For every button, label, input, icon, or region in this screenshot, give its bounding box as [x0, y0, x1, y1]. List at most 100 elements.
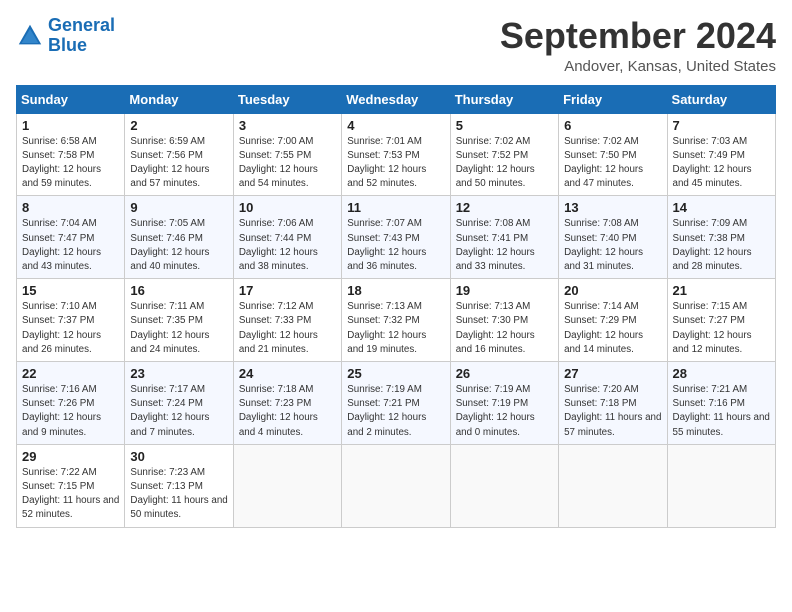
cell-sunrise: Sunrise: 7:22 AM	[22, 467, 97, 478]
cell-sunset: Sunset: 7:30 PM	[456, 315, 528, 326]
location-title: Andover, Kansas, United States	[500, 58, 776, 75]
cell-daylight: Daylight: 11 hours and 57 minutes.	[564, 412, 661, 437]
cell-sunrise: Sunrise: 7:01 AM	[347, 136, 422, 147]
cell-sunset: Sunset: 7:26 PM	[22, 398, 94, 409]
cell-daylight: Daylight: 12 hours and 21 minutes.	[239, 330, 318, 355]
cell-sunrise: Sunrise: 7:21 AM	[673, 384, 748, 395]
cell-sunset: Sunset: 7:24 PM	[130, 398, 202, 409]
cell-daylight: Daylight: 12 hours and 26 minutes.	[22, 330, 101, 355]
cell-daylight: Daylight: 12 hours and 14 minutes.	[564, 330, 643, 355]
day-number: 3	[239, 118, 336, 133]
title-area: September 2024 Andover, Kansas, United S…	[500, 16, 776, 75]
month-title: September 2024	[500, 16, 776, 56]
calendar-cell: 3 Sunrise: 7:00 AM Sunset: 7:55 PM Dayli…	[233, 113, 341, 196]
day-number: 8	[22, 200, 119, 215]
logo-icon	[16, 22, 44, 50]
calendar-cell	[233, 444, 341, 527]
cell-sunset: Sunset: 7:46 PM	[130, 233, 202, 244]
calendar-cell: 20 Sunrise: 7:14 AM Sunset: 7:29 PM Dayl…	[559, 279, 667, 362]
cell-sunset: Sunset: 7:47 PM	[22, 233, 94, 244]
calendar-week-row: 22 Sunrise: 7:16 AM Sunset: 7:26 PM Dayl…	[17, 362, 776, 445]
calendar-cell	[667, 444, 775, 527]
cell-daylight: Daylight: 12 hours and 31 minutes.	[564, 247, 643, 272]
header-friday: Friday	[559, 85, 667, 113]
cell-sunrise: Sunrise: 7:06 AM	[239, 218, 314, 229]
day-number: 4	[347, 118, 444, 133]
cell-daylight: Daylight: 12 hours and 24 minutes.	[130, 330, 209, 355]
day-number: 13	[564, 200, 661, 215]
cell-sunset: Sunset: 7:38 PM	[673, 233, 745, 244]
cell-sunset: Sunset: 7:41 PM	[456, 233, 528, 244]
calendar-cell: 28 Sunrise: 7:21 AM Sunset: 7:16 PM Dayl…	[667, 362, 775, 445]
day-number: 21	[673, 283, 770, 298]
cell-sunset: Sunset: 7:50 PM	[564, 150, 636, 161]
cell-daylight: Daylight: 12 hours and 54 minutes.	[239, 164, 318, 189]
calendar-cell: 9 Sunrise: 7:05 AM Sunset: 7:46 PM Dayli…	[125, 196, 233, 279]
cell-sunrise: Sunrise: 7:13 AM	[456, 301, 531, 312]
header-sunday: Sunday	[17, 85, 125, 113]
cell-sunrise: Sunrise: 7:09 AM	[673, 218, 748, 229]
day-number: 9	[130, 200, 227, 215]
cell-sunrise: Sunrise: 7:08 AM	[564, 218, 639, 229]
header-monday: Monday	[125, 85, 233, 113]
cell-sunrise: Sunrise: 7:18 AM	[239, 384, 314, 395]
calendar-cell: 15 Sunrise: 7:10 AM Sunset: 7:37 PM Dayl…	[17, 279, 125, 362]
calendar-cell: 10 Sunrise: 7:06 AM Sunset: 7:44 PM Dayl…	[233, 196, 341, 279]
cell-daylight: Daylight: 11 hours and 50 minutes.	[130, 495, 227, 520]
cell-daylight: Daylight: 12 hours and 36 minutes.	[347, 247, 426, 272]
cell-sunset: Sunset: 7:29 PM	[564, 315, 636, 326]
cell-daylight: Daylight: 12 hours and 4 minutes.	[239, 412, 318, 437]
calendar-table: Sunday Monday Tuesday Wednesday Thursday…	[16, 85, 776, 528]
cell-daylight: Daylight: 12 hours and 12 minutes.	[673, 330, 752, 355]
calendar-cell: 5 Sunrise: 7:02 AM Sunset: 7:52 PM Dayli…	[450, 113, 558, 196]
cell-sunrise: Sunrise: 7:10 AM	[22, 301, 97, 312]
cell-sunset: Sunset: 7:16 PM	[673, 398, 745, 409]
cell-sunset: Sunset: 7:37 PM	[22, 315, 94, 326]
calendar-cell: 4 Sunrise: 7:01 AM Sunset: 7:53 PM Dayli…	[342, 113, 450, 196]
cell-sunset: Sunset: 7:35 PM	[130, 315, 202, 326]
cell-sunrise: Sunrise: 7:11 AM	[130, 301, 204, 312]
calendar-week-row: 1 Sunrise: 6:58 AM Sunset: 7:58 PM Dayli…	[17, 113, 776, 196]
calendar-cell	[450, 444, 558, 527]
calendar-cell: 17 Sunrise: 7:12 AM Sunset: 7:33 PM Dayl…	[233, 279, 341, 362]
header-saturday: Saturday	[667, 85, 775, 113]
cell-daylight: Daylight: 12 hours and 16 minutes.	[456, 330, 535, 355]
cell-daylight: Daylight: 12 hours and 52 minutes.	[347, 164, 426, 189]
page-header: General Blue September 2024 Andover, Kan…	[16, 16, 776, 75]
calendar-cell: 24 Sunrise: 7:18 AM Sunset: 7:23 PM Dayl…	[233, 362, 341, 445]
calendar-cell: 19 Sunrise: 7:13 AM Sunset: 7:30 PM Dayl…	[450, 279, 558, 362]
calendar-cell: 16 Sunrise: 7:11 AM Sunset: 7:35 PM Dayl…	[125, 279, 233, 362]
calendar-cell: 30 Sunrise: 7:23 AM Sunset: 7:13 PM Dayl…	[125, 444, 233, 527]
cell-sunrise: Sunrise: 7:19 AM	[347, 384, 422, 395]
day-number: 17	[239, 283, 336, 298]
day-number: 30	[130, 449, 227, 464]
cell-sunrise: Sunrise: 7:02 AM	[564, 136, 639, 147]
cell-sunrise: Sunrise: 7:07 AM	[347, 218, 422, 229]
day-number: 11	[347, 200, 444, 215]
day-number: 20	[564, 283, 661, 298]
cell-sunset: Sunset: 7:43 PM	[347, 233, 419, 244]
calendar-cell: 14 Sunrise: 7:09 AM Sunset: 7:38 PM Dayl…	[667, 196, 775, 279]
cell-daylight: Daylight: 12 hours and 19 minutes.	[347, 330, 426, 355]
cell-sunset: Sunset: 7:56 PM	[130, 150, 202, 161]
cell-sunset: Sunset: 7:19 PM	[456, 398, 528, 409]
cell-sunset: Sunset: 7:40 PM	[564, 233, 636, 244]
cell-sunset: Sunset: 7:55 PM	[239, 150, 311, 161]
day-number: 12	[456, 200, 553, 215]
cell-daylight: Daylight: 12 hours and 2 minutes.	[347, 412, 426, 437]
calendar-cell: 23 Sunrise: 7:17 AM Sunset: 7:24 PM Dayl…	[125, 362, 233, 445]
cell-sunrise: Sunrise: 7:16 AM	[22, 384, 97, 395]
day-number: 5	[456, 118, 553, 133]
day-number: 7	[673, 118, 770, 133]
calendar-cell: 13 Sunrise: 7:08 AM Sunset: 7:40 PM Dayl…	[559, 196, 667, 279]
cell-sunset: Sunset: 7:32 PM	[347, 315, 419, 326]
calendar-cell: 11 Sunrise: 7:07 AM Sunset: 7:43 PM Dayl…	[342, 196, 450, 279]
day-number: 28	[673, 366, 770, 381]
cell-daylight: Daylight: 12 hours and 9 minutes.	[22, 412, 101, 437]
cell-sunrise: Sunrise: 7:17 AM	[130, 384, 205, 395]
day-number: 2	[130, 118, 227, 133]
day-number: 6	[564, 118, 661, 133]
header-tuesday: Tuesday	[233, 85, 341, 113]
cell-sunset: Sunset: 7:53 PM	[347, 150, 419, 161]
cell-sunrise: Sunrise: 7:03 AM	[673, 136, 748, 147]
